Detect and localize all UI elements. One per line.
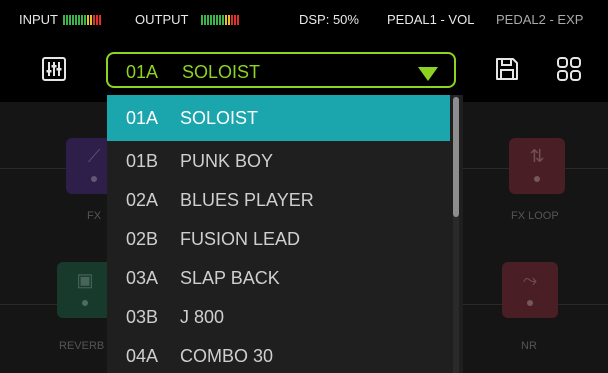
fx-status-dot [91, 176, 97, 182]
sliders-icon[interactable] [41, 56, 67, 82]
preset-list-item[interactable]: 03A SLAP BACK [107, 258, 450, 297]
preset-list-item[interactable]: 04A COMBO 30 [107, 336, 450, 373]
reverb-block[interactable]: ▣ [57, 262, 113, 318]
dsp-usage: DSP: 50% [299, 12, 359, 27]
list-item-code: 03B [126, 307, 159, 327]
reverb-status-dot [82, 300, 88, 306]
output-label: OUTPUT [135, 12, 189, 27]
list-item-code: 04A [126, 346, 159, 366]
preset-list-item[interactable]: 03B J 800 [107, 297, 450, 336]
list-item-name: BLUES PLAYER [180, 190, 314, 210]
list-item-code: 03A [126, 268, 159, 288]
preset-list-item-selected[interactable]: 01A SOLOIST [107, 95, 450, 141]
nr-status-dot [527, 300, 533, 306]
dropdown-scrollbar[interactable] [453, 95, 459, 373]
nr-glyph-icon: ⤳ [522, 270, 538, 290]
nr-label: NR [521, 340, 537, 352]
preset-dropdown-list: 01A SOLOIST 01B PUNK BOY 02A BLUES PLAYE… [107, 95, 463, 373]
list-item-name: SOLOIST [180, 108, 259, 128]
floppy-disk-icon[interactable] [494, 56, 520, 82]
reverb-glyph-icon: ▣ [76, 270, 94, 290]
preset-list-item[interactable]: 02B FUSION LEAD [107, 219, 450, 258]
pedal1-assignment: PEDAL1 - VOL [387, 12, 475, 27]
fx-loop-status-dot [534, 176, 540, 182]
reverb-label: REVERB [59, 340, 105, 352]
list-item-name: FUSION LEAD [180, 229, 301, 249]
list-item-name: PUNK BOY [180, 151, 274, 171]
scrollbar-thumb[interactable] [453, 97, 459, 217]
list-item-name: SLAP BACK [180, 268, 280, 288]
list-item-name: J 800 [180, 307, 225, 327]
input-level-meter [63, 15, 101, 25]
fx-loop-arrows-icon: ⇅ [529, 146, 545, 166]
preset-name: SOLOIST [182, 62, 261, 82]
list-item-name: COMBO 30 [180, 346, 274, 366]
preset-list-item[interactable]: 02A BLUES PLAYER [107, 180, 450, 219]
fx-label: FX [87, 210, 102, 222]
preset-list-item[interactable]: 01B PUNK BOY [107, 141, 450, 180]
list-item-code: 01A [126, 108, 159, 128]
status-bar: INPUT OUTPUT DSP: 50% PEDAL1 - VOL PEDAL… [0, 0, 608, 40]
preset-select[interactable]: 01A SOLOIST [106, 52, 456, 88]
dropdown-arrow-icon [418, 67, 438, 81]
list-item-code: 02B [126, 229, 159, 249]
output-level-meter [201, 15, 239, 25]
input-label: INPUT [19, 12, 58, 27]
list-item-code: 01B [126, 151, 159, 171]
nr-block[interactable]: ⤳ [502, 262, 558, 318]
preset-code: 01A [126, 62, 159, 82]
fx-loop-label: FX LOOP [511, 210, 559, 222]
pedal2-assignment: PEDAL2 - EXP [496, 12, 584, 27]
grid-icon[interactable] [556, 56, 582, 82]
fx-loop-block[interactable]: ⇅ [509, 138, 565, 194]
list-item-code: 02A [126, 190, 159, 210]
app-screen: INPUT OUTPUT DSP: 50% PEDAL1 - VOL PEDAL… [0, 0, 608, 373]
